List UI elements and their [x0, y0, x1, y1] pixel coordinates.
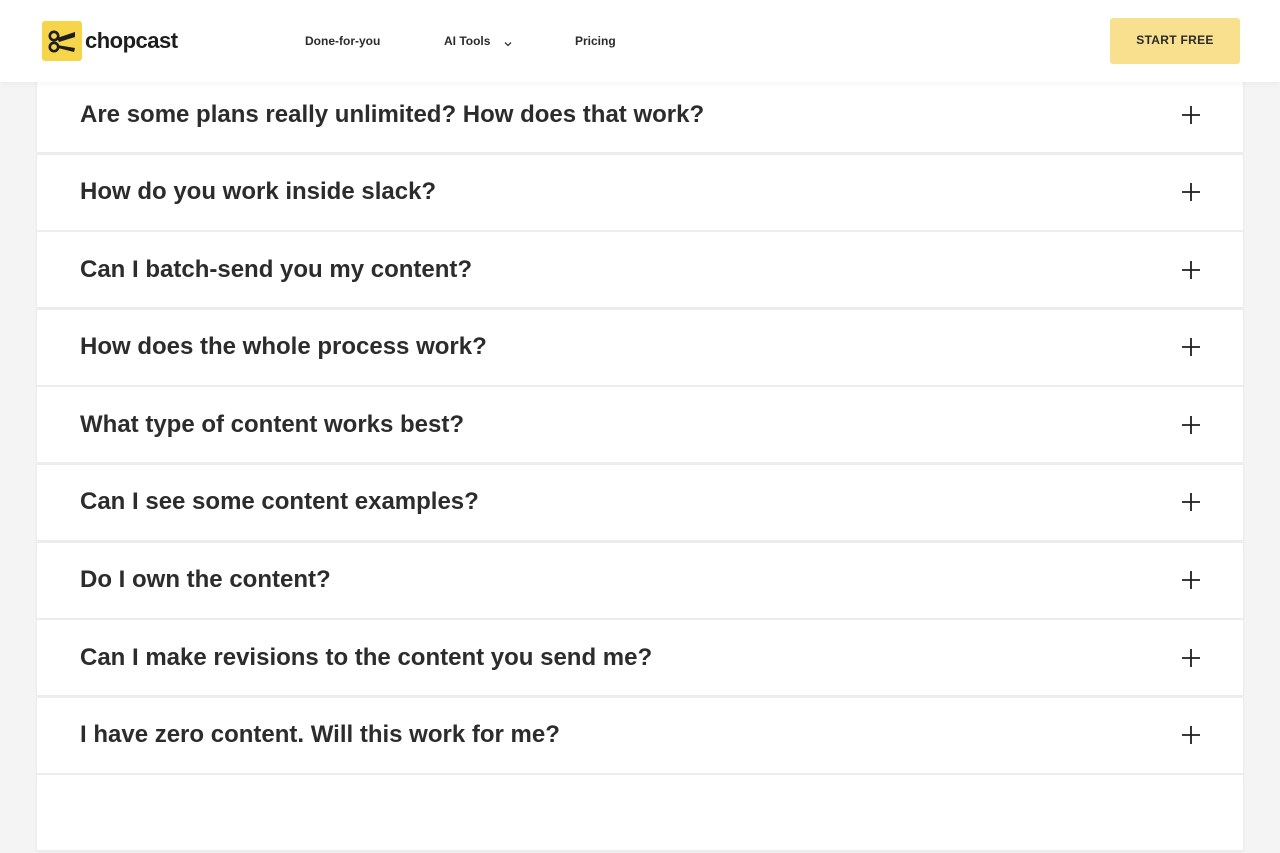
plus-icon: [1182, 183, 1200, 202]
faq-item[interactable]: I have zero content. Will this work for …: [37, 697, 1243, 773]
plus-icon: [1182, 260, 1200, 279]
faq-item[interactable]: Can I see some content examples?: [37, 464, 1243, 540]
logo-link[interactable]: chopcast: [42, 21, 178, 61]
chevron-down-icon: [504, 37, 512, 47]
faq-question: Can I make revisions to the content you …: [80, 643, 653, 671]
plus-icon: [1182, 415, 1200, 434]
nav-pricing[interactable]: Pricing: [575, 34, 616, 48]
faq-question: Are some plans really unlimited? How doe…: [80, 100, 705, 128]
faq-question: Can I see some content examples?: [80, 488, 479, 516]
plus-icon: [1182, 571, 1200, 590]
faq-question: What type of content works best?: [80, 410, 465, 438]
faq-item[interactable]: How does the whole process work?: [37, 309, 1243, 385]
plus-icon: [1182, 726, 1200, 745]
nav-ai-tools[interactable]: AI Tools: [444, 34, 512, 48]
faq-item[interactable]: What type of content works best?: [37, 387, 1243, 463]
faq-item[interactable]: Can I make revisions to the content you …: [37, 620, 1243, 696]
faq-item[interactable]: How do you work inside slack?: [37, 154, 1243, 230]
faq-item[interactable]: [37, 775, 1243, 851]
nav-done-for-you[interactable]: Done-for-you: [305, 34, 380, 48]
scissors-logo-icon: [42, 21, 82, 61]
faq-item[interactable]: Can I batch-send you my content?: [37, 232, 1243, 308]
start-free-button[interactable]: START FREE: [1110, 18, 1240, 64]
faq-question: How does the whole process work?: [80, 333, 487, 361]
faq-question: Do I own the content?: [80, 566, 331, 594]
faq-question: I have zero content. Will this work for …: [80, 721, 560, 749]
faq-question: How do you work inside slack?: [80, 178, 437, 206]
faq-item[interactable]: Do I own the content?: [37, 542, 1243, 618]
plus-icon: [1182, 648, 1200, 667]
nav-ai-tools-label: AI Tools: [444, 34, 491, 48]
faq-list: Are some plans really unlimited? How doe…: [37, 77, 1243, 853]
plus-icon: [1182, 105, 1200, 124]
faq-question: Can I batch-send you my content?: [80, 255, 473, 283]
site-header: chopcast Done-for-you AI Tools Pricing S…: [0, 0, 1280, 82]
logo-text: chopcast: [85, 28, 178, 53]
faq-item[interactable]: Are some plans really unlimited? How doe…: [37, 77, 1243, 152]
plus-icon: [1182, 338, 1200, 357]
plus-icon: [1182, 493, 1200, 512]
